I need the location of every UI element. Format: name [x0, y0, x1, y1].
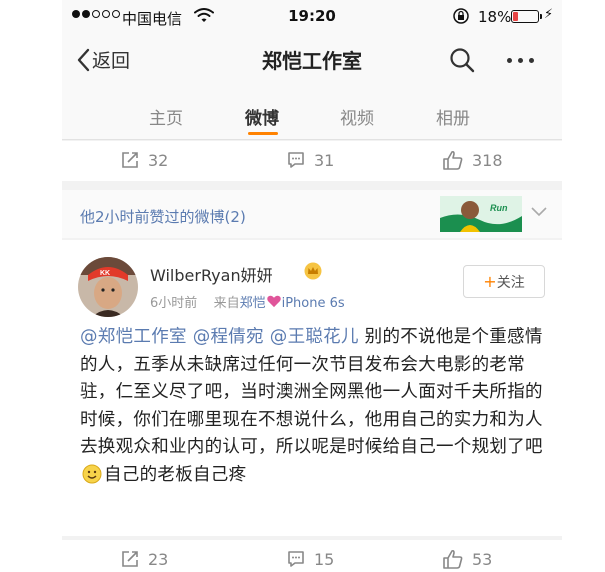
chevron-down-icon[interactable]: [530, 206, 548, 218]
comment-count: 15: [314, 549, 335, 569]
nav-bar: 返回 郑恺工作室: [62, 34, 562, 86]
like-button[interactable]: 53: [442, 549, 492, 569]
post-body: @郑恺工作室 @程倩宛 @王聪花儿 别的不说他是个重感情的人，五季从未缺席过任何…: [80, 324, 548, 489]
repost-icon: [122, 152, 138, 168]
tab-video[interactable]: 视频: [340, 104, 374, 129]
crown-badge-icon: [304, 262, 322, 280]
like-button[interactable]: 318: [442, 150, 503, 170]
repost-count: 32: [148, 150, 169, 170]
mention-link[interactable]: @郑恺工作室: [80, 327, 187, 347]
more-icon[interactable]: [507, 58, 534, 63]
follow-button[interactable]: +关注: [463, 265, 545, 298]
source-name[interactable]: 郑恺: [240, 296, 266, 311]
post-actions: 23 15 53: [62, 540, 562, 572]
post-text: 自己的老板自己疼: [104, 464, 247, 485]
heart-icon: [266, 295, 281, 308]
weibo-post-card: KK WilberRyan妍妍 6小时前 来自郑恺 iPhone 6s +关注 @…: [62, 240, 562, 536]
repost-button[interactable]: 32: [120, 150, 168, 170]
like-icon: [443, 150, 463, 170]
comment-button[interactable]: 15: [286, 549, 334, 569]
post-meta: 6小时前 来自郑恺 iPhone 6s: [150, 292, 345, 311]
comment-icon: [288, 152, 304, 168]
battery-icon: [511, 10, 542, 23]
tab-album[interactable]: 相册: [436, 104, 470, 129]
source-prefix: 来自: [213, 296, 240, 311]
liked-posts-header[interactable]: 他2小时前赞过的微博(2) Run: [62, 190, 562, 238]
lock-rotation-icon: [452, 7, 470, 29]
like-count: 53: [472, 549, 493, 569]
profile-tabs: 主页 微博 视频 相册: [62, 86, 562, 140]
active-tab-indicator: [248, 132, 278, 135]
like-count: 318: [472, 150, 503, 170]
previous-post-actions: 32 31 318: [62, 141, 562, 181]
phone-screen: 中国电信 19:20 18% ⚡ 返回 郑恺工作室 主页 微博 视频 相册 32…: [62, 0, 562, 572]
like-icon: [443, 549, 463, 569]
repost-button[interactable]: 23: [120, 549, 168, 569]
plus-icon: +: [483, 272, 497, 291]
follow-label: 关注: [496, 275, 525, 291]
smile-emoji-icon: [82, 464, 102, 483]
comment-icon: [288, 551, 304, 567]
comment-button[interactable]: 31: [286, 150, 334, 170]
source-device[interactable]: iPhone 6s: [282, 296, 345, 311]
mention-link[interactable]: @王聪花儿: [270, 327, 359, 347]
post-time: 6小时前: [150, 296, 198, 311]
svg-text:Run: Run: [490, 203, 508, 213]
page-title: 郑恺工作室: [262, 49, 362, 73]
post-username[interactable]: WilberRyan妍妍: [150, 262, 273, 286]
battery-percent: 18%: [478, 8, 512, 26]
mention-link[interactable]: @程倩宛: [193, 327, 264, 347]
comment-count: 31: [314, 150, 335, 170]
tab-home[interactable]: 主页: [149, 104, 183, 129]
status-bar: 中国电信 19:20 18% ⚡: [62, 0, 562, 34]
svg-text:KK: KK: [100, 270, 110, 277]
promo-banner-image: Run: [440, 196, 522, 232]
avatar[interactable]: KK: [78, 257, 138, 317]
repost-count: 23: [148, 549, 169, 569]
charging-icon: ⚡: [544, 7, 554, 22]
search-icon[interactable]: [449, 47, 475, 77]
tab-weibo[interactable]: 微博: [245, 104, 279, 129]
liked-posts-title: 他2小时前赞过的微博(2): [80, 208, 246, 226]
repost-icon: [122, 551, 138, 567]
